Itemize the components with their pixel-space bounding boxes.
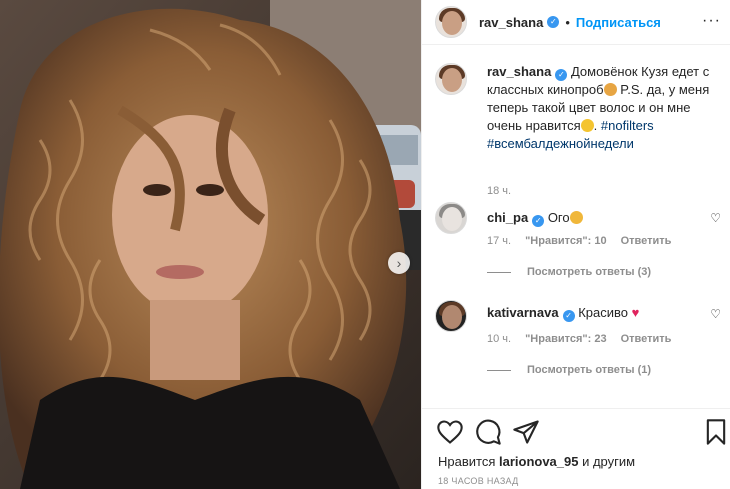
comment-body: Ого (547, 210, 570, 225)
verified-badge-icon: ✓ (532, 215, 545, 227)
verified-badge-icon: ✓ (562, 310, 575, 322)
reply-button[interactable]: Ответить (621, 333, 672, 345)
comment-like-icon[interactable]: ♡ (710, 307, 721, 321)
comment-likes-count[interactable]: "Нравится": 10 (525, 235, 606, 247)
replies-dash (487, 369, 511, 371)
author-avatar[interactable] (435, 6, 467, 38)
caption-avatar[interactable] (435, 63, 467, 95)
post-photo[interactable]: › (0, 0, 421, 489)
comment-text: chi_pa ✓ Ого (487, 209, 717, 227)
comment-meta: 10 ч. "Нравится": 23 Ответить (487, 333, 671, 345)
post-sidebar: rav_shana ✓ • Подписаться ··· rav_shana ✓… (421, 0, 730, 489)
comment-time[interactable]: 17 ч. (487, 235, 511, 247)
likes-others-link[interactable]: и другим (578, 454, 635, 469)
comment-text: kativarnava ✓ Красиво ♥ (487, 304, 717, 322)
caption-time[interactable]: 18 ч. (487, 185, 511, 197)
comment-username[interactable]: chi_pa (487, 210, 528, 225)
caption-meta: 18 ч. (487, 185, 511, 197)
view-replies-button[interactable]: Посмотреть ответы (3) (487, 266, 651, 278)
view-replies-label[interactable]: Посмотреть ответы (3) (527, 266, 651, 278)
caption-body-3: . (593, 118, 601, 133)
follow-button[interactable]: Подписаться (576, 15, 661, 30)
caption-text: rav_shana ✓ Домовёнок Кузя едет с классны… (487, 63, 717, 153)
selfie-image (0, 0, 421, 489)
post-timestamp[interactable]: 18 ЧАСОВ НАЗАД (438, 476, 519, 486)
replies-dash (487, 271, 511, 273)
verified-badge-icon: ✓ (555, 69, 568, 81)
comment-username[interactable]: kativarnava (487, 305, 559, 320)
comment-likes-count[interactable]: "Нравится": 23 (525, 333, 606, 345)
likes-prefix: Нравится (438, 454, 499, 469)
verified-badge-icon: ✓ (547, 16, 560, 28)
view-replies-button[interactable]: Посмотреть ответы (1) (487, 364, 651, 376)
comments-list[interactable]: rav_shana ✓ Домовёнок Кузя едет с классны… (422, 45, 730, 408)
reply-button[interactable]: Ответить (621, 235, 672, 247)
comment-avatar[interactable] (435, 202, 467, 234)
face-emoji-icon (603, 83, 617, 96)
smile-emoji-icon (580, 119, 594, 132)
post-header: rav_shana ✓ • Подписаться ··· (422, 0, 730, 44)
divider (422, 408, 730, 409)
heart-icon[interactable] (436, 418, 464, 446)
caption-username[interactable]: rav_shana (487, 64, 551, 79)
red-heart-emoji-icon: ♥ (631, 305, 640, 320)
hashtag-nofilters[interactable]: #nofilters (601, 118, 654, 133)
more-options-icon[interactable]: ··· (702, 12, 721, 30)
comment-avatar[interactable] (435, 300, 467, 332)
comment-meta: 17 ч. "Нравится": 10 Ответить (487, 235, 671, 247)
next-arrow-icon[interactable]: › (388, 252, 410, 274)
view-replies-label[interactable]: Посмотреть ответы (1) (527, 364, 651, 376)
comment-like-icon[interactable]: ♡ (710, 211, 721, 225)
comment-time[interactable]: 10 ч. (487, 333, 511, 345)
likes-user-link[interactable]: larionova_95 (499, 454, 579, 469)
author-username[interactable]: rav_shana (479, 15, 543, 30)
ok-hand-emoji-icon (569, 211, 583, 224)
bookmark-icon[interactable] (702, 418, 730, 446)
share-icon[interactable] (512, 418, 540, 446)
comment-icon[interactable] (474, 418, 502, 446)
likes-summary: Нравится larionova_95 и другим (438, 454, 635, 469)
hashtag-vsembaldezhnoinedeli[interactable]: #всембалдежнойнедели (487, 136, 634, 151)
post-actions (436, 418, 726, 446)
header-separator: • (565, 14, 570, 30)
comment-body: Красиво (578, 305, 628, 320)
